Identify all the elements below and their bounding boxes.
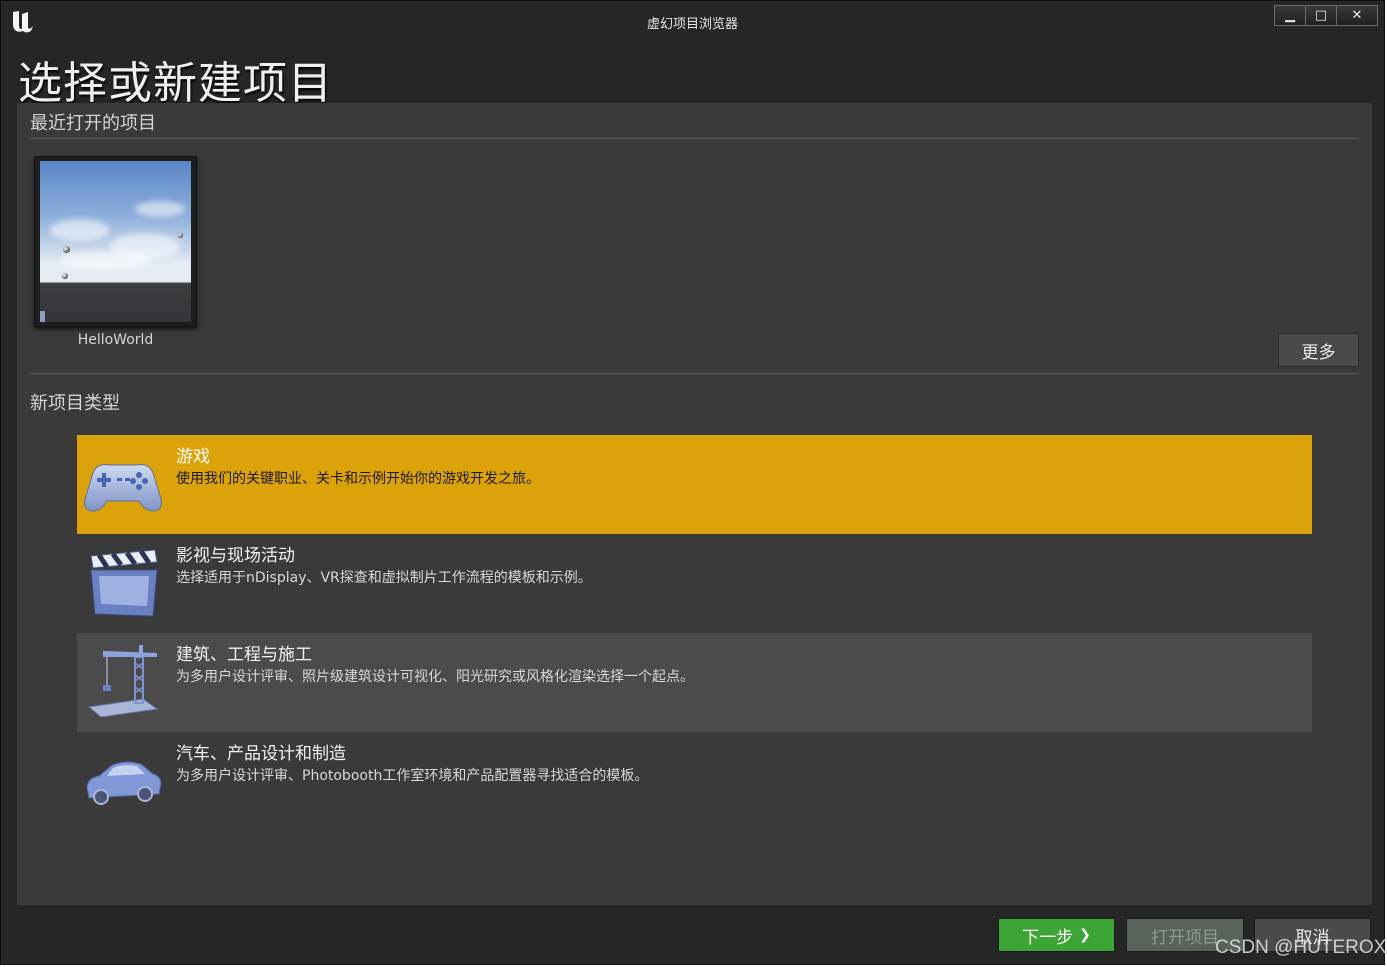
project-type-name: 影视与现场活动: [176, 546, 295, 566]
project-type-name: 建筑、工程与施工: [176, 645, 312, 665]
window-controls: ▁ □ ✕: [1274, 5, 1378, 26]
clapperboard-icon: [90, 549, 158, 617]
more-button[interactable]: 更多: [1278, 333, 1359, 367]
project-type-automotive[interactable]: 汽车、产品设计和制造 为多用户设计评审、Photobooth工作室环境和产品配置…: [77, 732, 1312, 831]
project-type-description: 选择适用于nDisplay、VR探查和虚拟制片工作流程的模板和示例。: [176, 570, 592, 586]
project-type-games[interactable]: 游戏 使用我们的关键职业、关卡和示例开始你的游戏开发之旅。: [77, 435, 1312, 534]
close-button[interactable]: ✕: [1336, 5, 1378, 26]
project-browser-window: 虚幻项目浏览器 ▁ □ ✕ 选择或新建项目 最近打开的项目 HelloWorld…: [0, 0, 1385, 965]
section-divider: [30, 373, 1359, 374]
project-type-name: 汽车、产品设计和制造: [176, 744, 346, 764]
next-label: 下一步: [1022, 927, 1074, 948]
recent-divider: [30, 138, 1359, 139]
next-button[interactable]: 下一步 ❯: [998, 918, 1115, 952]
title-bar[interactable]: 虚幻项目浏览器 ▁ □ ✕: [1, 1, 1384, 39]
recent-projects-title: 最近打开的项目: [30, 113, 156, 134]
page-title: 选择或新建项目: [18, 58, 333, 109]
project-type-description: 使用我们的关键职业、关卡和示例开始你的游戏开发之旅。: [176, 471, 540, 487]
watermark: CSDN @HUTEROX: [1215, 937, 1387, 958]
project-name: HelloWorld: [77, 332, 154, 348]
maximize-button[interactable]: □: [1305, 5, 1337, 26]
close-icon: ✕: [1351, 8, 1363, 23]
project-type-architecture[interactable]: 建筑、工程与施工 为多用户设计评审、照片级建筑设计可视化、阳光研究或风格化渲染选…: [77, 633, 1312, 732]
project-thumbnail: [40, 161, 191, 322]
project-type-description: 为多用户设计评审、照片级建筑设计可视化、阳光研究或风格化渲染选择一个起点。: [176, 669, 694, 685]
project-type-film[interactable]: 影视与现场活动 选择适用于nDisplay、VR探查和虚拟制片工作流程的模板和示…: [77, 534, 1312, 633]
project-type-description: 为多用户设计评审、Photobooth工作室环境和产品配置器寻找适合的模板。: [176, 768, 649, 784]
minimize-icon: ▁: [1285, 8, 1295, 23]
gamepad-icon: [84, 464, 162, 512]
minimize-button[interactable]: ▁: [1274, 5, 1306, 26]
window-title: 虚幻项目浏览器: [646, 17, 738, 32]
new-project-types-title: 新项目类型: [30, 393, 120, 414]
car-icon: [86, 761, 162, 805]
chevron-right-icon: ❯: [1079, 927, 1091, 943]
main-panel: 最近打开的项目 HelloWorld 更多 新项目类型 游戏 使用我们的关键职业…: [17, 103, 1372, 905]
crane-icon: [87, 645, 159, 717]
project-tile-helloworld[interactable]: [34, 156, 197, 327]
maximize-icon: □: [1314, 8, 1328, 23]
project-type-name: 游戏: [176, 447, 210, 467]
